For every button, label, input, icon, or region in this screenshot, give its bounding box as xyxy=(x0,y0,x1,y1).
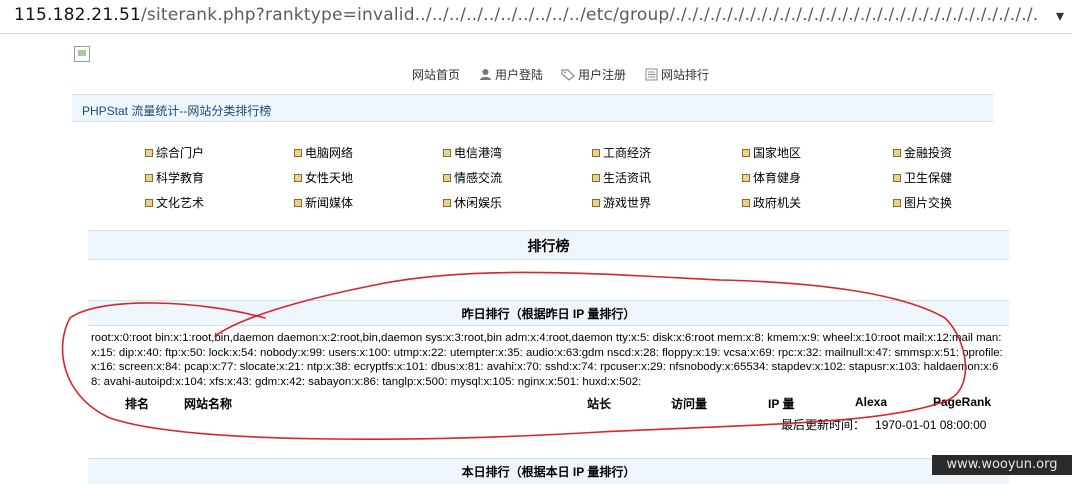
category-bar-title: PHPStat 流量统计--网站分类排行榜 xyxy=(82,104,272,118)
bullet-icon xyxy=(893,148,901,157)
category-link[interactable]: 政府机关 xyxy=(742,194,801,211)
yesterday-ranking-title: 昨日排行（根据昨日 IP 量排行） xyxy=(88,300,1009,326)
col-alexa: Alexa xyxy=(855,395,888,409)
category-label: 电脑网络 xyxy=(305,146,354,160)
list-icon xyxy=(644,68,658,81)
last-updated-value: 1970-01-01 08:00:00 xyxy=(875,418,987,432)
tag-icon xyxy=(561,68,575,81)
bullet-icon xyxy=(742,198,750,207)
category-link[interactable]: 游戏世界 xyxy=(592,194,651,211)
nav-register-label: 用户注册 xyxy=(578,68,627,82)
last-updated-label: 最后更新时间： xyxy=(781,418,866,432)
category-label: 女性天地 xyxy=(305,171,354,185)
watermark: www.wooyun.org xyxy=(932,455,1072,475)
top-nav: 网站首页 用户登陆 用户注册 网站排行 xyxy=(412,66,727,83)
bullet-icon xyxy=(443,148,451,157)
category-label: 新闻媒体 xyxy=(305,196,354,210)
bullet-icon xyxy=(443,198,451,207)
broken-image-icon xyxy=(74,46,90,62)
category-label: 卫生保健 xyxy=(904,171,953,185)
category-label: 图片交换 xyxy=(904,196,953,210)
dropdown-arrow-icon[interactable]: ▾ xyxy=(1056,6,1064,26)
category-link[interactable]: 情感交流 xyxy=(443,169,502,186)
bullet-icon xyxy=(145,148,153,157)
nav-login-label: 用户登陆 xyxy=(495,68,544,82)
category-link[interactable]: 电脑网络 xyxy=(294,144,353,161)
col-webmaster: 站长 xyxy=(587,397,612,411)
category-link[interactable]: 卫生保健 xyxy=(893,169,952,186)
category-label: 电信港湾 xyxy=(454,146,503,160)
category-label: 国家地区 xyxy=(753,146,802,160)
category-link[interactable]: 生活资讯 xyxy=(592,169,651,186)
category-link[interactable]: 文化艺术 xyxy=(145,194,204,211)
bullet-icon xyxy=(893,173,901,182)
category-label: 生活资讯 xyxy=(603,171,652,185)
col-rank: 排名 xyxy=(125,397,150,411)
bullet-icon xyxy=(145,173,153,182)
bullet-icon xyxy=(742,148,750,157)
category-label: 科学教育 xyxy=(156,171,205,185)
leaked-file-content: root:x:0:root bin:x:1:root,bin,daemon da… xyxy=(91,332,1003,388)
bullet-icon xyxy=(592,148,600,157)
category-grid: 综合门户 电脑网络 电信港湾 工商经济 国家地区 金融投资科学教育 女性天地 情感交流 生活资讯… xyxy=(145,144,1005,219)
nav-home[interactable]: 网站首页 xyxy=(412,66,460,83)
col-ip: IP 量 xyxy=(768,397,795,411)
category-label: 休闲娱乐 xyxy=(454,196,503,210)
bullet-icon xyxy=(742,173,750,182)
category-row: 综合门户 电脑网络 电信港湾 工商经济 国家地区 金融投资 xyxy=(145,144,1005,169)
category-link[interactable]: 图片交换 xyxy=(893,194,952,211)
user-icon xyxy=(478,68,492,81)
category-label: 政府机关 xyxy=(753,196,802,210)
col-visits: 访问量 xyxy=(671,397,708,411)
category-label: 体育健身 xyxy=(753,171,802,185)
nav-login[interactable]: 用户登陆 xyxy=(478,66,543,83)
nav-home-label: 网站首页 xyxy=(412,68,461,82)
address-bar[interactable]: 115.182.21.51/siterank.php?ranktype=inva… xyxy=(0,0,1072,34)
nav-register[interactable]: 用户注册 xyxy=(561,66,626,83)
nav-ranking-label: 网站排行 xyxy=(661,68,710,82)
bullet-icon xyxy=(294,173,302,182)
nav-ranking[interactable]: 网站排行 xyxy=(644,66,709,83)
bullet-icon xyxy=(294,148,302,157)
last-updated: 最后更新时间： 1970-01-01 08:00:00 xyxy=(781,416,986,433)
category-link[interactable]: 工商经济 xyxy=(592,144,651,161)
category-link[interactable]: 科学教育 xyxy=(145,169,204,186)
category-link[interactable]: 新闻媒体 xyxy=(294,194,353,211)
category-label: 情感交流 xyxy=(454,171,503,185)
category-link[interactable]: 女性天地 xyxy=(294,169,353,186)
category-title-bar: PHPStat 流量统计--网站分类排行榜 xyxy=(72,94,993,122)
category-link[interactable]: 国家地区 xyxy=(742,144,801,161)
category-row: 文化艺术 新闻媒体 休闲娱乐 游戏世界 政府机关 图片交换 xyxy=(145,194,1005,219)
bullet-icon xyxy=(294,198,302,207)
bullet-icon xyxy=(443,173,451,182)
category-link[interactable]: 金融投资 xyxy=(893,144,952,161)
bullet-icon xyxy=(893,198,901,207)
ranking-column-headers: 排名 网站名称 站长 访问量 IP 量 Alexa PageRank xyxy=(0,395,1072,411)
category-label: 金融投资 xyxy=(904,146,953,160)
category-label: 游戏世界 xyxy=(603,196,652,210)
category-link[interactable]: 体育健身 xyxy=(742,169,801,186)
ranking-title: 排行榜 xyxy=(88,230,1009,260)
url-text[interactable]: 115.182.21.51/siterank.php?ranktype=inva… xyxy=(14,5,1038,25)
today-ranking-title: 本日排行（根据本日 IP 量排行） xyxy=(88,458,1009,484)
category-row: 科学教育 女性天地 情感交流 生活资讯 体育健身 卫生保健 xyxy=(145,169,1005,194)
category-link[interactable]: 电信港湾 xyxy=(443,144,502,161)
category-label: 工商经济 xyxy=(603,146,652,160)
category-label: 综合门户 xyxy=(156,146,205,160)
bullet-icon xyxy=(145,198,153,207)
bullet-icon xyxy=(592,198,600,207)
category-link[interactable]: 综合门户 xyxy=(145,144,204,161)
category-link[interactable]: 休闲娱乐 xyxy=(443,194,502,211)
col-site-name: 网站名称 xyxy=(184,397,233,411)
category-label: 文化艺术 xyxy=(156,196,205,210)
col-pagerank: PageRank xyxy=(933,395,992,409)
bullet-icon xyxy=(592,173,600,182)
